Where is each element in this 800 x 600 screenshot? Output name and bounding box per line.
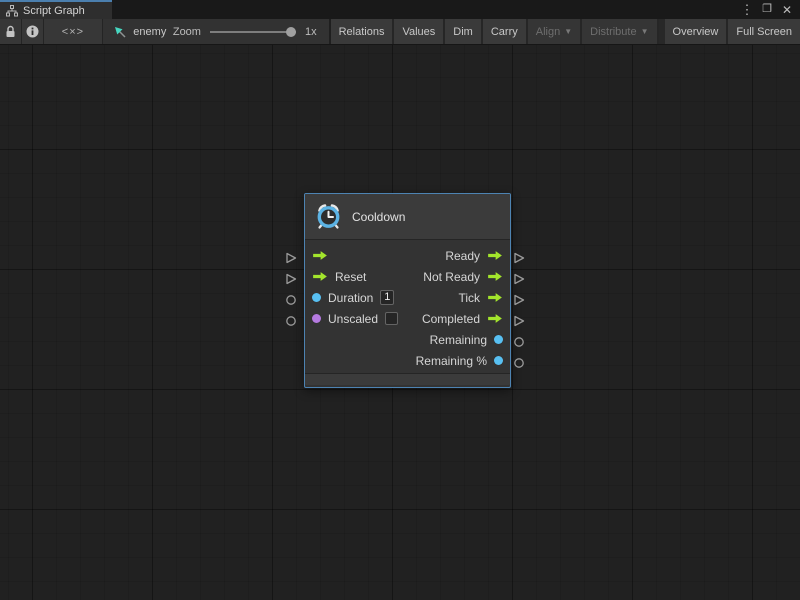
flow-input-port[interactable] [312,271,328,282]
zoom-slider-handle[interactable] [286,27,296,37]
lock-icon [5,25,16,38]
port-label: Remaining [430,333,487,347]
zoom-control: Zoom 1x [173,26,317,38]
tab-title: Script Graph [23,5,85,17]
node-row: Remaining % [305,350,510,371]
script-graph-window: Script Graph ⋮ ❐ ✕ [0,0,800,600]
port-label: Remaining % [416,354,487,368]
node-row: Unscaled Completed [305,308,510,329]
flow-output-port[interactable] [487,292,503,303]
port-label: Unscaled [328,312,378,326]
port-label: Completed [422,312,480,326]
zoom-slider-track [210,31,296,33]
align-dropdown: Align ▼ [528,19,582,44]
alarm-clock-icon [315,203,342,230]
relations-button[interactable]: Relations [331,19,395,44]
carry-button[interactable]: Carry [483,19,528,44]
port-label: Not Ready [423,270,480,284]
graph-canvas[interactable]: Cooldown Ready [0,45,800,600]
tab-bar: Script Graph ⋮ ❐ ✕ [0,0,800,19]
window-controls: ⋮ ❐ ✕ [739,0,800,19]
node-footer [305,373,510,385]
boolean-input-port[interactable] [312,314,321,323]
external-value-input-connector[interactable] [285,314,297,326]
full-screen-button[interactable]: Full Screen [728,19,800,44]
flow-output-port[interactable] [487,271,503,282]
distribute-dropdown: Distribute ▼ [582,19,658,44]
graph-breadcrumb[interactable]: enemy [113,25,166,39]
toolbar-buttons: Relations Values Dim Carry Align ▼ Distr… [331,19,800,44]
port-label: Ready [445,249,480,263]
cooldown-node-header[interactable]: Cooldown [305,194,510,240]
port-label: Tick [458,291,480,305]
values-button[interactable]: Values [394,19,445,44]
node-row: Duration 1 Tick [305,287,510,308]
graph-tab-icon [6,5,18,17]
node-title: Cooldown [352,210,405,224]
external-flow-input-connector[interactable] [285,251,297,263]
flow-output-port[interactable] [487,313,503,324]
node-row: Remaining [305,329,510,350]
external-flow-output-connector[interactable] [513,314,525,326]
node-row: Ready [305,245,510,266]
external-value-output-connector[interactable] [513,356,525,368]
graph-pointer-icon [113,25,127,39]
external-value-output-connector[interactable] [513,335,525,347]
graph-breadcrumb-zone: enemy Zoom 1x [103,19,330,44]
zoom-value: 1x [305,26,317,38]
maximize-icon[interactable]: ❐ [759,2,775,18]
external-flow-output-connector[interactable] [513,272,525,284]
zoom-label: Zoom [173,26,201,38]
value-output-port[interactable] [494,356,503,365]
port-label: Reset [335,270,366,284]
value-input-port[interactable] [312,293,321,302]
external-flow-input-connector[interactable] [285,272,297,284]
cooldown-node[interactable]: Cooldown Ready [304,193,511,388]
graph-toolbar: <×> enemy Zoom 1x R [0,19,800,45]
chevron-down-icon: ▼ [564,27,572,36]
port-label: Duration [328,291,373,305]
flow-output-port[interactable] [487,250,503,261]
info-icon [26,25,39,38]
value-output-port[interactable] [494,335,503,344]
zoom-slider[interactable] [210,27,296,37]
flow-input-port[interactable] [312,250,328,261]
lock-button[interactable] [0,19,22,44]
external-flow-output-connector[interactable] [513,251,525,263]
tab-script-graph[interactable]: Script Graph [0,0,112,19]
window-menu-icon[interactable]: ⋮ [739,2,755,18]
graph-name: enemy [133,26,166,38]
info-button[interactable] [22,19,44,44]
overview-button[interactable]: Overview [665,19,729,44]
duration-value-input[interactable]: 1 [380,290,394,305]
external-flow-output-connector[interactable] [513,293,525,305]
dim-button[interactable]: Dim [445,19,483,44]
code-preview-button[interactable]: <×> [44,19,104,44]
close-icon[interactable]: ✕ [779,2,795,18]
chevron-down-icon: ▼ [641,27,649,36]
unscaled-checkbox[interactable] [385,312,398,325]
node-row: Reset Not Ready [305,266,510,287]
external-value-input-connector[interactable] [285,293,297,305]
node-body: Ready Reset Not Ready [305,240,510,371]
